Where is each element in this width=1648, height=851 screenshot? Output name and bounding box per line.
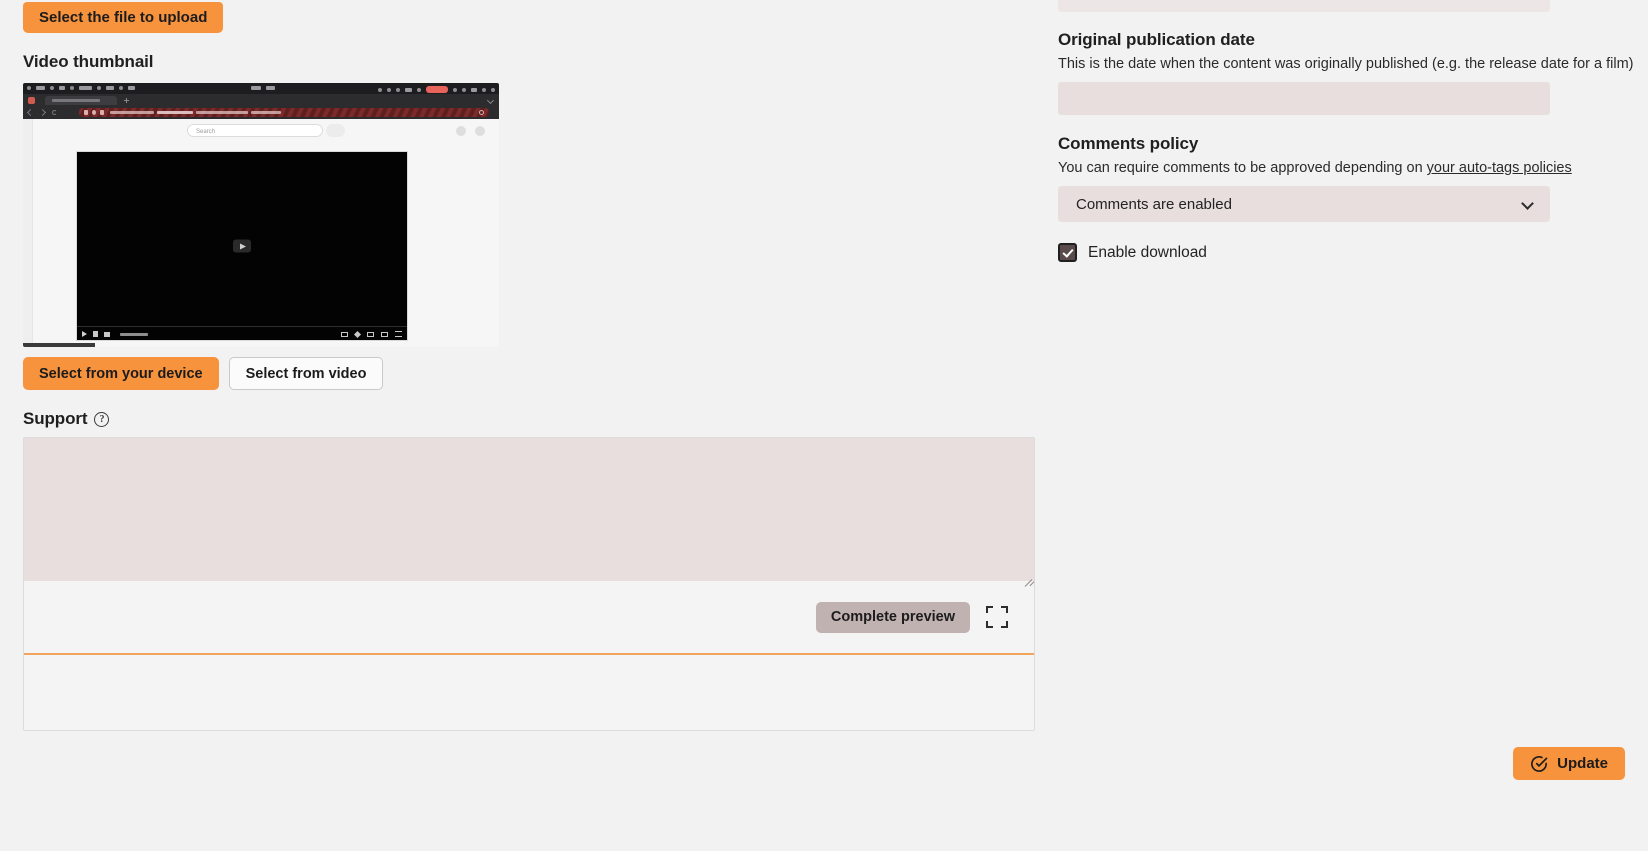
previous-field-input[interactable] bbox=[1058, 0, 1550, 12]
preview-play-icon bbox=[233, 239, 251, 253]
preview-os-menubar bbox=[23, 83, 499, 94]
support-section-heading: Support ? bbox=[23, 409, 110, 429]
support-preview-panel bbox=[24, 655, 1034, 730]
preview-search-input: Search bbox=[187, 124, 323, 137]
preview-account-icon bbox=[475, 126, 485, 136]
preview-timestamp bbox=[120, 332, 148, 336]
preview-miniplayer-icon bbox=[367, 331, 374, 337]
enable-download-checkbox[interactable] bbox=[1058, 243, 1077, 262]
update-button[interactable]: Update bbox=[1513, 747, 1625, 780]
update-button-label: Update bbox=[1557, 755, 1608, 772]
preview-video-player bbox=[76, 151, 408, 341]
page-root: Select the file to upload Video thumbnai… bbox=[0, 0, 1648, 851]
comments-policy-select[interactable]: Comments are enabled bbox=[1058, 186, 1550, 222]
question-circle-icon[interactable]: ? bbox=[94, 411, 110, 427]
enable-download-label: Enable download bbox=[1088, 243, 1207, 261]
check-circle-icon bbox=[1531, 755, 1548, 772]
preview-volume-icon bbox=[104, 331, 110, 337]
comments-policy-description: You can require comments to be approved … bbox=[1058, 159, 1572, 179]
preview-play-button-icon bbox=[82, 331, 87, 337]
preview-search-button bbox=[326, 124, 345, 137]
video-thumbnail-heading: Video thumbnail bbox=[23, 52, 154, 71]
publication-date-description: This is the date when the content was or… bbox=[1058, 56, 1634, 72]
preview-next-icon bbox=[93, 331, 98, 337]
select-file-to-upload-button[interactable]: Select the file to upload bbox=[23, 2, 224, 33]
auto-tags-policies-link[interactable]: your auto-tags policies bbox=[1427, 160, 1572, 176]
complete-preview-button[interactable]: Complete preview bbox=[815, 601, 970, 633]
support-textarea[interactable] bbox=[24, 438, 1034, 581]
support-label: Support bbox=[23, 409, 88, 428]
select-from-device-button[interactable]: Select from your device bbox=[23, 357, 219, 390]
preview-captions-icon bbox=[341, 331, 348, 337]
video-thumbnail-preview[interactable]: Search bbox=[23, 83, 499, 347]
preview-player-controls bbox=[77, 326, 407, 340]
publication-date-input[interactable] bbox=[1058, 82, 1550, 115]
publication-date-label: Original publication date bbox=[1058, 30, 1255, 49]
support-editor-toolbar: Complete preview bbox=[24, 581, 1034, 653]
preview-search-placeholder: Search bbox=[196, 129, 216, 135]
preview-page-body: Search bbox=[23, 119, 499, 347]
preview-browser-addressbar bbox=[23, 106, 499, 119]
preview-fullscreen-icon bbox=[395, 331, 402, 337]
select-from-video-button[interactable]: Select from video bbox=[228, 357, 384, 390]
preview-theater-icon bbox=[381, 331, 388, 337]
enable-download-row[interactable]: Enable download bbox=[1058, 243, 1207, 262]
support-editor: Complete preview bbox=[23, 437, 1035, 731]
preview-progress-bar bbox=[23, 343, 95, 347]
thumbnail-action-buttons: Select from your device Select from vide… bbox=[23, 357, 384, 390]
preview-settings-icon bbox=[353, 330, 362, 338]
chevron-down-icon bbox=[1521, 197, 1534, 210]
comments-policy-description-text: You can require comments to be approved … bbox=[1058, 160, 1427, 176]
comments-policy-selected-value: Comments are enabled bbox=[1076, 195, 1232, 213]
comments-policy-label: Comments policy bbox=[1058, 134, 1199, 153]
preview-avatar-icon bbox=[456, 126, 466, 136]
fullscreen-expand-icon[interactable] bbox=[982, 602, 1012, 632]
preview-browser-tabstrip bbox=[23, 94, 499, 106]
